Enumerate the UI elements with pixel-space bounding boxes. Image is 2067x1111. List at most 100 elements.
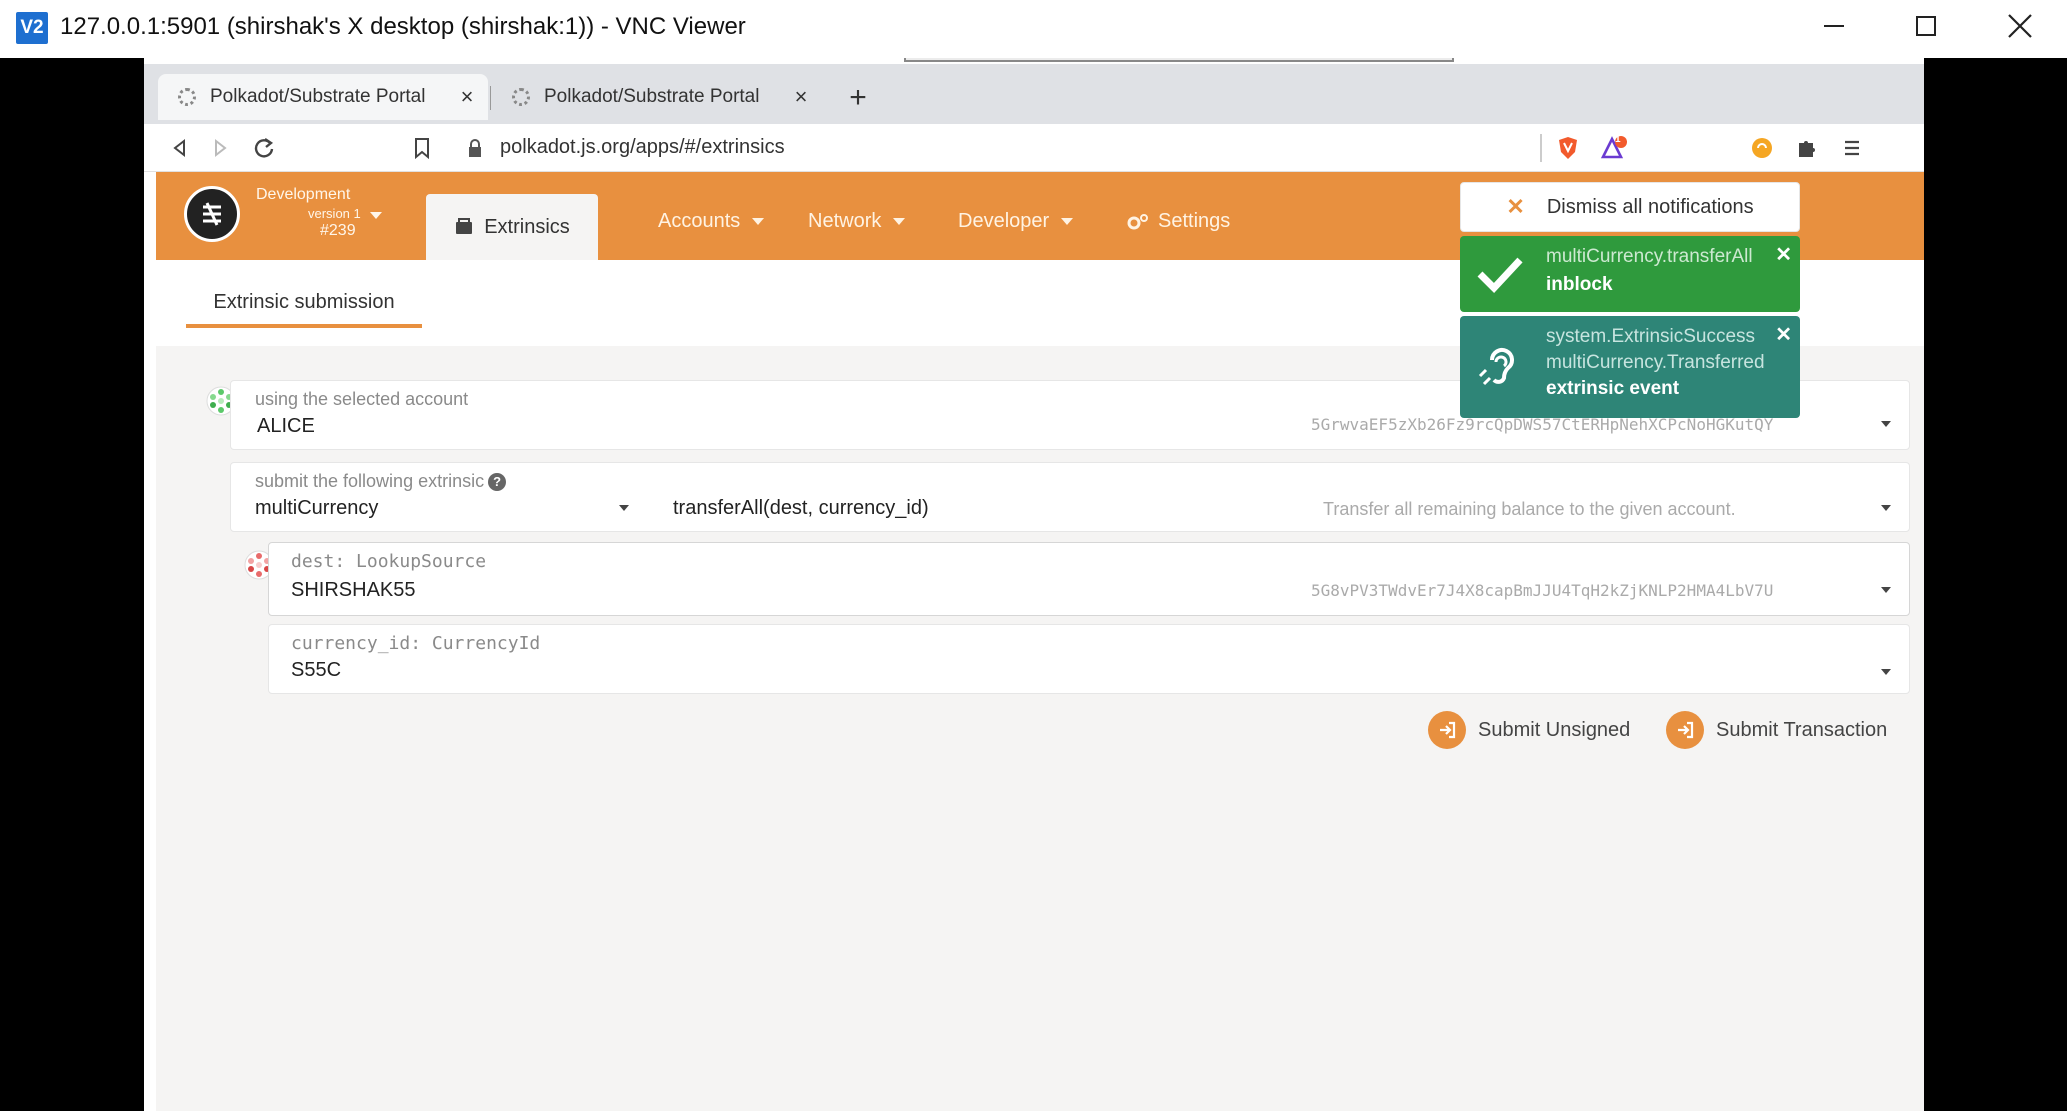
- tab-extrinsics[interactable]: Extrinsics: [426, 194, 598, 260]
- dest-field[interactable]: dest: LookupSource SHIRSHAK55 5G8vPV3TWd…: [268, 542, 1910, 616]
- back-icon: [173, 138, 185, 158]
- chevron-down-icon: [752, 218, 765, 225]
- back-button[interactable]: [164, 132, 196, 164]
- window-title: 127.0.0.1:5901 (shirshak's X desktop (sh…: [60, 13, 746, 40]
- extrinsic-field-label: submit the following extrinsic?: [255, 471, 507, 492]
- extrinsic-selector: submit the following extrinsic? multiCur…: [230, 462, 1910, 532]
- brave-rewards-icon: [1600, 136, 1627, 159]
- extensions-menu-button[interactable]: [1790, 132, 1822, 164]
- close-icon[interactable]: ✕: [1775, 242, 1792, 267]
- close-icon[interactable]: ✕: [1775, 322, 1792, 347]
- submit-transaction-label: Submit Transaction: [1716, 718, 1888, 741]
- submit-unsigned-label: Submit Unsigned: [1478, 718, 1631, 741]
- extrinsic-field-label-text: submit the following extrinsic: [255, 471, 485, 491]
- nav-developer[interactable]: Developer: [958, 210, 1074, 233]
- browser-tabstrip: Polkadot/Substrate Portal × Polkadot/Sub…: [144, 64, 1924, 124]
- nav-accounts-label: Accounts: [658, 210, 741, 232]
- chevron-down-icon: [893, 218, 906, 225]
- extension-button[interactable]: [1746, 132, 1778, 164]
- nav-network[interactable]: Network: [808, 210, 906, 233]
- browser-tab-active[interactable]: Polkadot/Substrate Portal ×: [158, 74, 488, 120]
- forward-button[interactable]: [204, 132, 236, 164]
- nav-developer-label: Developer: [958, 210, 1050, 232]
- currency-value: S55C: [291, 659, 342, 681]
- vnc-logo-icon: V2: [16, 12, 48, 44]
- minimize-button[interactable]: [1788, 0, 1880, 52]
- extrinsics-icon: [456, 218, 473, 234]
- notification-event-1: system.ExtrinsicSuccess: [1546, 326, 1756, 347]
- module-select[interactable]: multiCurrency: [255, 497, 378, 520]
- submit-unsigned-button[interactable]: Submit Unsigned: [1428, 710, 1630, 750]
- currency-field[interactable]: currency_id: CurrencyId S55C: [268, 624, 1910, 694]
- chain-dropdown-icon[interactable]: [370, 212, 382, 219]
- bookmark-icon: [415, 138, 429, 159]
- tab-extrinsic-submission[interactable]: Extrinsic submission: [186, 282, 422, 322]
- account-field-label: using the selected account: [255, 389, 469, 409]
- reload-icon: [254, 138, 274, 158]
- nav-network-label: Network: [808, 210, 882, 232]
- reload-button[interactable]: [248, 132, 280, 164]
- bookmark-button[interactable]: [406, 132, 438, 164]
- browser-toolbar: polkadot.js.org/apps/#/extrinsics 1: [144, 124, 1924, 172]
- lock-icon: [469, 139, 481, 157]
- polkadot-app: Development version 1 #239 Extrinsics Ac…: [156, 172, 1924, 1111]
- vnc-titlebar: V2 127.0.0.1:5901 (shirshak's X desktop …: [0, 0, 2067, 58]
- url-divider: [1540, 134, 1542, 162]
- notification-status: extrinsic event: [1546, 378, 1680, 399]
- tab-separator: [490, 86, 491, 110]
- maximize-button[interactable]: [1880, 0, 1972, 52]
- help-icon[interactable]: ?: [488, 473, 507, 492]
- brave-shield-icon: [1559, 137, 1577, 159]
- notification-inblock: multiCurrency.transferAll inblock ✕: [1460, 236, 1800, 312]
- address-bar[interactable]: polkadot.js.org/apps/#/extrinsics: [500, 136, 785, 159]
- chain-version: version 1: [308, 206, 361, 221]
- account-name: ALICE: [257, 415, 315, 437]
- tab-close-icon[interactable]: ×: [786, 84, 816, 110]
- method-description: Transfer all remaining balance to the gi…: [1323, 499, 1736, 519]
- minimize-icon: [1824, 25, 1844, 27]
- nav-settings-label: Settings: [1158, 210, 1231, 232]
- tab-close-icon[interactable]: ×: [452, 84, 482, 110]
- hearing-icon: [1478, 348, 1514, 386]
- nav-accounts[interactable]: Accounts: [658, 210, 765, 233]
- dest-field-label: dest: LookupSource: [291, 551, 487, 572]
- rewards-badge: 1: [1615, 134, 1621, 145]
- dismiss-all-notifications-button[interactable]: ✕ Dismiss all notifications: [1460, 182, 1800, 232]
- chevron-down-icon: [1881, 669, 1891, 675]
- close-icon: [2008, 14, 2032, 38]
- chevron-down-icon: [1881, 505, 1891, 511]
- nav-settings[interactable]: Settings: [1126, 210, 1230, 233]
- sign-in-icon: [1428, 711, 1466, 749]
- notification-status: inblock: [1546, 274, 1613, 295]
- browser-menu-button[interactable]: [1836, 132, 1868, 164]
- tab-label: Polkadot/Substrate Portal: [210, 86, 426, 107]
- method-select[interactable]: transferAll(dest, currency_id): [673, 497, 929, 520]
- chevron-down-icon: [1881, 421, 1891, 427]
- maximize-icon: [1916, 16, 1936, 36]
- dismiss-all-label: Dismiss all notifications: [1546, 195, 1754, 218]
- chevron-down-icon: [619, 505, 629, 511]
- chain-logo[interactable]: [184, 186, 240, 242]
- brave-rewards-button[interactable]: 1: [1598, 132, 1630, 164]
- close-window-button[interactable]: [1974, 0, 2066, 52]
- active-tab-indicator: [186, 324, 422, 328]
- chain-block-number: #239: [320, 222, 356, 239]
- forward-icon: [215, 138, 227, 158]
- dest-address: 5G8vPV3TWdvEr7J4X8capBmJJU4TqH2kZjKNLP2H…: [1311, 581, 1774, 600]
- sign-in-icon: [1666, 711, 1704, 749]
- new-tab-button[interactable]: +: [838, 78, 878, 118]
- browser-tab[interactable]: Polkadot/Substrate Portal ×: [492, 74, 822, 120]
- gears-icon: [1127, 213, 1148, 229]
- submit-transaction-button[interactable]: Submit Transaction: [1666, 710, 1887, 750]
- notification-extrinsic-event: system.ExtrinsicSuccess multiCurrency.Tr…: [1460, 316, 1800, 418]
- polkadot-favicon-icon: [178, 88, 196, 106]
- close-icon: ✕: [1506, 194, 1525, 219]
- dest-account-name: SHIRSHAK55: [291, 579, 416, 601]
- tab-label: Polkadot/Substrate Portal: [544, 86, 760, 107]
- tab-extrinsics-label: Extrinsics: [484, 215, 570, 238]
- brave-shields-button[interactable]: [1552, 132, 1584, 164]
- chevron-down-icon: [1061, 218, 1074, 225]
- extension-orange-icon: [1752, 138, 1772, 158]
- check-icon: [1477, 257, 1523, 294]
- chevron-down-icon: [1881, 587, 1891, 593]
